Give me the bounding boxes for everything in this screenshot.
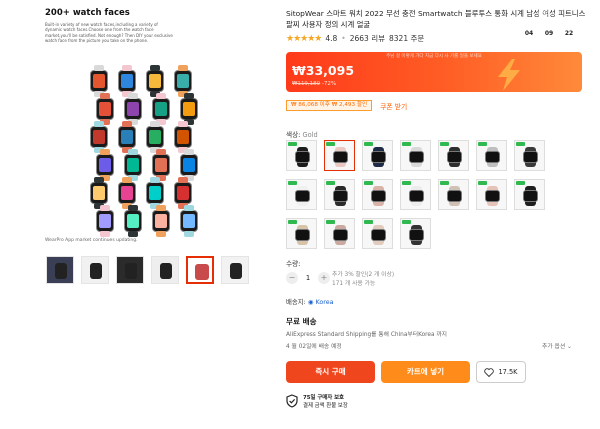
- watch-face-thumbnail: [180, 149, 198, 181]
- color-swatch[interactable]: [514, 179, 545, 210]
- price-banner: 주님 걸 이렇게 가다 지금 다시 사 기를 일을 보세요 ₩33,095 ₩1…: [286, 52, 582, 92]
- discount-percent: -72%: [321, 81, 337, 87]
- shipping-description: AliExpress Standard Shipping를 통해 China부터…: [286, 332, 448, 338]
- quantity-value[interactable]: 1: [304, 274, 312, 282]
- watch-face-thumbnail: [174, 177, 192, 209]
- color-swatch[interactable]: [476, 140, 507, 171]
- image-footnote: WearPro App market continues updating.: [45, 238, 138, 243]
- product-thumbnail[interactable]: [116, 256, 144, 284]
- product-thumbnail[interactable]: [221, 256, 249, 284]
- quantity-label: 수량:: [286, 260, 301, 268]
- increment-button[interactable]: +: [318, 272, 330, 284]
- countdown: 04 : 09 : 22: [522, 29, 577, 39]
- image-headline: 200+ watch faces: [45, 8, 130, 18]
- color-swatch[interactable]: [362, 179, 393, 210]
- watch-face-thumbnail: [146, 177, 164, 209]
- watch-face-thumbnail: [118, 177, 136, 209]
- color-swatch[interactable]: [514, 140, 545, 171]
- watch-face-thumbnail: [152, 93, 170, 125]
- order-count: 8321 주문: [389, 34, 425, 43]
- current-price: ₩33,095: [292, 63, 355, 78]
- shipping-title: 무료 배송: [286, 317, 317, 326]
- product-thumbnail[interactable]: [46, 256, 74, 284]
- promo-line-1: 블레이스 쉰: [537, 12, 561, 17]
- original-price-row: ₩119,189 -72%: [292, 81, 336, 87]
- review-count[interactable]: 2663 리뷰: [350, 33, 385, 44]
- quantity-note: 추가 3% 할인(2 개 이상) 171 개 사용 가능: [332, 272, 395, 287]
- color-swatch[interactable]: [362, 218, 393, 249]
- color-swatch[interactable]: [324, 218, 355, 249]
- delivery-date: 4 월 02일에 배송 예정: [286, 344, 342, 350]
- watch-face-thumbnail: [90, 121, 108, 153]
- watch-face-thumbnail: [152, 149, 170, 181]
- rating-value: 4.8: [325, 34, 338, 43]
- watch-face-thumbnail: [96, 93, 114, 125]
- original-price: ₩119,189: [292, 81, 321, 87]
- watch-face-thumbnail: [180, 205, 198, 237]
- color-swatch[interactable]: [438, 140, 469, 171]
- ship-to-country[interactable]: ◉ Korea: [308, 298, 334, 306]
- watch-face-thumbnail: [96, 205, 114, 237]
- rating-row: ★★★★★ 4.8 • 2663 리뷰 8321 주문: [286, 33, 425, 44]
- color-swatch[interactable]: [286, 218, 317, 249]
- watch-face-thumbnail: [174, 65, 192, 97]
- watch-face-thumbnail: [124, 93, 142, 125]
- watch-face-thumbnail: [180, 93, 198, 125]
- color-swatch[interactable]: [400, 179, 431, 210]
- color-swatch[interactable]: [400, 140, 431, 171]
- product-thumbnail[interactable]: [81, 256, 109, 284]
- watch-face-thumbnail: [124, 205, 142, 237]
- wishlist-count: 17.5K: [498, 368, 518, 376]
- watch-face-thumbnail: [152, 205, 170, 237]
- color-swatch[interactable]: [324, 179, 355, 210]
- buy-now-button[interactable]: 즉시 구매: [286, 361, 375, 383]
- watch-face-thumbnail: [146, 121, 164, 153]
- thumbnail-strip: [46, 256, 252, 286]
- decrement-button[interactable]: −: [286, 272, 298, 284]
- wishlist-button[interactable]: 17.5K: [476, 361, 526, 383]
- color-swatch[interactable]: [286, 179, 317, 210]
- color-swatch[interactable]: [400, 218, 431, 249]
- countdown-minutes: 09: [542, 29, 556, 39]
- watch-face-thumbnail: [146, 65, 164, 97]
- protection-title: 75일 구매자 보호: [303, 395, 345, 401]
- watch-face-thumbnail: [174, 121, 192, 153]
- protection-subtitle: 결제 금액 환불 보장: [303, 403, 348, 409]
- get-coupon-link[interactable]: 쿠폰 받기: [380, 101, 407, 111]
- watch-face-thumbnail: [96, 149, 114, 181]
- shield-icon: [286, 394, 298, 408]
- flash-deal-timer: 블레이스 쉰 배일 혜정입시간 04 : 09 : 22: [522, 11, 577, 39]
- watch-face-thumbnail: [90, 65, 108, 97]
- more-shipping-options[interactable]: 추가 옵션 ⌄: [542, 341, 572, 350]
- coupon-badge: ₩ 86,068 이후 ₩ 2,493 할인: [286, 100, 373, 111]
- buyer-protection[interactable]: 75일 구매자 보호 결제 금액 환불 보장: [286, 394, 348, 410]
- product-thumbnail[interactable]: [186, 256, 214, 284]
- quantity-stepper: − 1 +: [286, 272, 330, 284]
- color-swatch[interactable]: [286, 140, 317, 171]
- color-swatch[interactable]: [362, 140, 393, 171]
- watch-face-thumbnail: [124, 149, 142, 181]
- watch-face-thumbnail: [118, 65, 136, 97]
- watch-face-thumbnail: [90, 177, 108, 209]
- heart-icon: [484, 367, 495, 377]
- add-to-cart-button[interactable]: 카트에 넣기: [381, 361, 470, 383]
- lightning-icon: [498, 59, 520, 91]
- product-page: 200+ watch faces Built-in variety of new…: [0, 0, 600, 429]
- main-product-image[interactable]: [44, 8, 220, 246]
- promo-line-2: 배일 혜정입시간: [528, 20, 570, 27]
- countdown-hours: 04: [522, 29, 536, 39]
- coupon-row: ₩ 86,068 이후 ₩ 2,493 할인 쿠폰 받기: [286, 100, 407, 111]
- price-notice: 주님 걸 이렇게 가다 지금 다시 사 기를 일을 보세요: [386, 54, 482, 59]
- color-swatch[interactable]: [438, 179, 469, 210]
- image-description: Built-in variety of new watch faces,incl…: [45, 22, 173, 44]
- ship-to: 배송지: ◉ Korea: [286, 298, 334, 306]
- color-label: 색상: Gold: [286, 131, 318, 139]
- watch-face-thumbnail: [118, 121, 136, 153]
- countdown-seconds: 22: [562, 29, 577, 39]
- product-thumbnail[interactable]: [151, 256, 179, 284]
- selected-color: Gold: [302, 131, 318, 139]
- color-swatch[interactable]: [324, 140, 355, 171]
- color-swatch[interactable]: [476, 179, 507, 210]
- star-rating-icon: ★★★★★: [286, 33, 322, 44]
